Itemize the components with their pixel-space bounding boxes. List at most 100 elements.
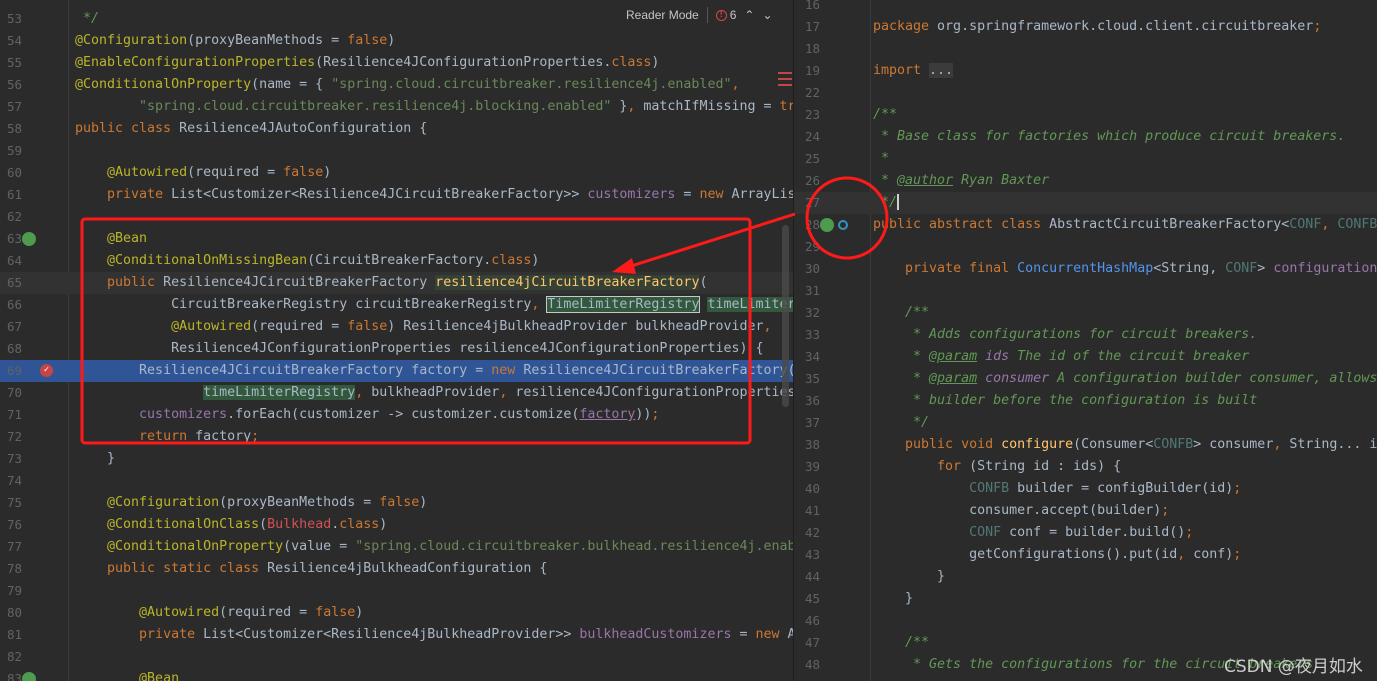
code-text[interactable]: "spring.cloud.circuitbreaker.resilience4… [75,96,793,118]
code-text[interactable]: @EnableConfigurationProperties(Resilienc… [75,52,659,74]
line-number[interactable]: 79 [0,580,22,602]
line-number[interactable]: 29 [798,236,820,258]
line-number[interactable]: 35 [798,368,820,390]
code-text[interactable]: timeLimiterRegistry, bulkheadProvider, r… [75,382,793,404]
code-line[interactable]: 30 private final ConcurrentHashMap<Strin… [794,258,1377,280]
line-number[interactable]: 36 [798,390,820,412]
code-line[interactable]: 29 [794,236,1377,258]
line-number[interactable]: 19 [798,60,820,82]
line-number[interactable]: 28 [798,214,820,236]
breakpoint-icon[interactable]: ✓ [40,364,53,377]
line-number[interactable]: 30 [798,258,820,280]
code-line[interactable]: 17 package org.springframework.cloud.clie… [794,16,1377,38]
line-number[interactable]: 42 [798,522,820,544]
line-number[interactable]: 73 [0,448,22,470]
line-number[interactable]: 81 [0,624,22,646]
code-text[interactable]: } [873,566,945,588]
line-number[interactable]: 68 [0,338,22,360]
code-line[interactable]: 74 [0,470,793,492]
code-line[interactable]: 19 import ... [794,60,1377,82]
code-line[interactable]: 77 @ConditionalOnProperty(value = "sprin… [0,536,793,558]
reader-mode-button[interactable]: Reader Mode [626,8,699,22]
code-line[interactable]: 28 public abstract class AbstractCircuitB… [794,214,1377,236]
line-number[interactable]: 77 [0,536,22,558]
error-stripe-mark[interactable] [778,84,792,86]
error-count-button[interactable]: ! 6 [715,8,736,22]
code-line[interactable]: 78 public static class Resilience4jBulkh… [0,558,793,580]
code-line[interactable]: 60 @Autowired(required = false) [0,162,793,184]
code-line[interactable]: 65 public Resilience4JCircuitBreakerFact… [0,272,793,294]
code-text[interactable]: private final ConcurrentHashMap<String, … [873,258,1377,280]
code-text[interactable]: /** [873,104,897,126]
code-text[interactable]: consumer.accept(builder); [873,500,1169,522]
code-line[interactable]: 43 getConfigurations().put(id, conf); [794,544,1377,566]
code-line[interactable]: 63 @Bean [0,228,793,250]
code-text[interactable]: @Autowired(required = false) [75,602,363,624]
code-line[interactable]: 68 Resilience4JConfigurationProperties r… [0,338,793,360]
code-line[interactable]: 59 [0,140,793,162]
line-number[interactable]: 46 [798,610,820,632]
code-text[interactable]: @Autowired(required = false) [75,162,331,184]
code-text[interactable]: * Adds configurations for circuit breake… [873,324,1257,346]
code-line[interactable]: 25 * [794,148,1377,170]
code-text[interactable]: customizers.forEach(customizer -> custom… [75,404,659,426]
code-text[interactable]: * Base class for factories which produce… [873,126,1345,148]
code-text[interactable]: @Bean [75,228,147,250]
code-line[interactable]: 66 CircuitBreakerRegistry circuitBreaker… [0,294,793,316]
code-text[interactable]: getConfigurations().put(id, conf); [873,544,1241,566]
line-number[interactable]: 45 [798,588,820,610]
line-number[interactable]: 75 [0,492,22,514]
code-line[interactable]: 64 @ConditionalOnMissingBean(CircuitBrea… [0,250,793,272]
spring-bean-icon[interactable] [22,672,36,681]
code-text[interactable]: @ConditionalOnProperty(value = "spring.c… [75,536,793,558]
code-line[interactable]: 57 "spring.cloud.circuitbreaker.resilien… [0,96,793,118]
line-number[interactable]: 66 [0,294,22,316]
code-line[interactable]: 18 [794,38,1377,60]
line-number[interactable]: 62 [0,206,22,228]
code-text[interactable]: } [873,588,913,610]
code-text[interactable]: } [75,448,115,470]
code-line[interactable]: 67 @Autowired(required = false) Resilien… [0,316,793,338]
line-number[interactable]: 78 [0,558,22,580]
code-text[interactable]: @ConditionalOnProperty(name = { "spring.… [75,74,739,96]
line-number[interactable]: 59 [0,140,22,162]
line-number[interactable]: 55 [0,52,22,74]
code-text[interactable]: /** [873,632,929,654]
line-number[interactable]: 43 [798,544,820,566]
error-stripe-mark[interactable] [778,78,792,80]
line-number[interactable]: 80 [0,602,22,624]
code-line[interactable]: 46 [794,610,1377,632]
spring-bean-icon[interactable] [820,218,834,232]
code-text[interactable]: Resilience4JConfigurationProperties resi… [75,338,763,360]
code-text[interactable]: public static class Resilience4jBulkhead… [75,558,547,580]
code-text[interactable]: public void configure(Consumer<CONFB> co… [873,434,1377,456]
code-line[interactable]: 55 @EnableConfigurationProperties(Resilie… [0,52,793,74]
code-text[interactable]: @Configuration(proxyBeanMethods = false) [75,30,395,52]
line-number[interactable]: 23 [798,104,820,126]
code-line[interactable]: 26 * @author Ryan Baxter [794,170,1377,192]
code-line[interactable]: 31 [794,280,1377,302]
code-line[interactable]: 71 customizers.forEach(customizer -> cus… [0,404,793,426]
code-line[interactable]: 83 @Bean [0,668,793,681]
code-text[interactable]: public class Resilience4JAutoConfigurati… [75,118,427,140]
line-number[interactable]: 39 [798,456,820,478]
scrollbar-thumb[interactable] [782,225,789,407]
code-text[interactable]: Resilience4JCircuitBreakerFactory factor… [75,360,793,382]
line-number[interactable]: 26 [798,170,820,192]
code-line[interactable]: 32 /** [794,302,1377,324]
code-line[interactable]: 58 public class Resilience4JAutoConfigura… [0,118,793,140]
line-number[interactable]: 71 [0,404,22,426]
code-text[interactable]: * @author Ryan Baxter [873,170,1049,192]
code-text[interactable]: private List<Customizer<Resilience4JCirc… [75,184,793,206]
code-text[interactable]: */ [873,192,900,214]
code-line[interactable]: 36 * builder before the configuration is… [794,390,1377,412]
code-line[interactable]: 82 [0,646,793,668]
code-text[interactable]: @ConditionalOnMissingBean(CircuitBreaker… [75,250,539,272]
line-number[interactable]: 63 [0,228,22,250]
code-line[interactable]: 69 Resilience4JCircuitBreakerFactory fac… [0,360,793,382]
implemented-by-icon[interactable] [838,220,848,230]
code-text[interactable]: CONFB builder = configBuilder(id); [873,478,1241,500]
error-stripe-mark[interactable] [778,72,792,74]
line-number[interactable]: 83 [0,668,22,681]
code-line[interactable]: 42 CONF conf = builder.build(); [794,522,1377,544]
